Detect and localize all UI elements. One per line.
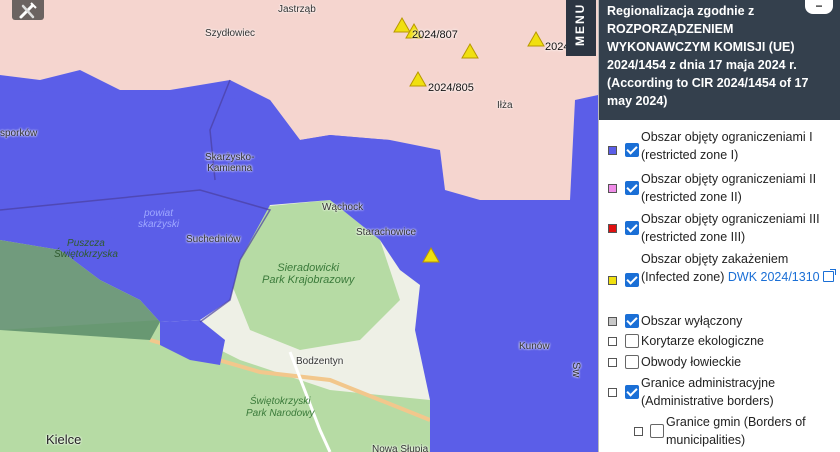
legend-swatch [608,358,617,367]
edge-label: Sw [570,362,582,378]
outbreak-label: 2024/807 [412,29,458,41]
outbreak-label: 2024/805 [428,82,474,94]
legend-swatch [608,184,617,193]
legend-item-restricted-zone-3: Obszar objęty ograniczeniami III (restri… [599,210,840,250]
area-label: Puszcza Świętokrzyska [54,238,118,260]
layer-checkbox[interactable] [625,355,639,369]
panel-title: Regionalizacja zgodnie z ROZPORZĄDZENIEM… [607,4,809,108]
panel-header: Regionalizacja zgodnie z ROZPORZĄDZENIEM… [599,0,840,120]
place-label: Kunów [519,341,550,352]
legend-item-hunting-districts: Obwody łowieckie [599,353,840,371]
place-label: sporków [0,128,38,139]
wrench-icon [19,2,37,19]
legend-label: Granice administracyjne (Administrative … [641,376,776,408]
legend-item-restricted-zone-1: Obszar objęty ograniczeniami I (restrict… [599,128,840,168]
place-label: Szydłowiec [205,28,256,39]
map-tool-button[interactable] [12,0,44,20]
menu-tab-label: MENU [573,2,587,46]
collapse-button[interactable]: − [805,0,833,14]
place-label: Suchedniów [186,234,241,245]
map-canvas[interactable] [0,0,598,452]
place-label: Kielce [46,432,82,447]
legend-swatch [608,276,617,285]
layer-checkbox[interactable] [625,221,639,235]
legend-label: Obwody łowieckie [641,355,742,369]
external-link-icon[interactable] [822,269,836,282]
place-label: Bodzentyn [296,356,344,367]
legend-swatch [608,224,617,233]
place-label: Nowa Słupia [372,444,429,452]
legend-panel: Regionalizacja zgodnie z ROZPORZĄDZENIEM… [598,0,840,452]
legend-swatch [608,337,617,346]
place-label: Iłża [497,100,513,111]
place-label: Starachowice [356,227,417,238]
legend-item-ecological-corridors: Korytarze ekologiczne [599,332,840,350]
place-label: Jastrząb [278,4,316,15]
legend-swatch [634,427,643,436]
place-label: Wąchock [322,202,364,213]
legend-label: Granice gmin (Borders of municipalities) [666,415,806,447]
legend-item-excluded-area: Obszar wyłączony [599,312,840,330]
regulation-link[interactable]: DWK 2024/1310 [728,270,820,284]
legend-item-restricted-zone-2: Obszar objęty ograniczeniami II (restric… [599,170,840,210]
layer-checkbox[interactable] [625,273,639,287]
layer-checkbox[interactable] [625,143,639,157]
area-label: powiat skarżyski [138,208,180,230]
area-label: Sieradowicki Park Krajobrazowy [262,262,355,286]
place-label: Skarżysko- Kamienna [205,152,255,174]
legend-label: Obszar objęty ograniczeniami III (restri… [641,212,820,244]
menu-tab[interactable]: MENU [566,0,596,56]
legend-label: Korytarze ekologiczne [641,334,764,348]
map-view[interactable]: Jastrząb Szydłowiec Iłża sporków Skarżys… [0,0,598,452]
layer-checkbox[interactable] [625,385,639,399]
legend-item-municipal-borders: Granice gmin (Borders of municipalities) [599,413,840,451]
legend-label: Obszar objęty ograniczeniami I (restrict… [641,130,813,162]
legend-label: Obszar objęty zakażeniem (Infected zone)… [641,250,836,286]
legend-swatch [608,146,617,155]
layer-checkbox[interactable] [650,424,664,438]
layer-checkbox[interactable] [625,334,639,348]
area-label: Świętokrzyski Park Narodowy [246,396,315,419]
legend-label: Obszar objęty ograniczeniami II (restric… [641,172,817,204]
legend-item-infected-zone: Obszar objęty zakażeniem (Infected zone)… [599,250,840,310]
layer-checkbox[interactable] [625,314,639,328]
legend-item-admin-borders: Granice administracyjne (Administrative … [599,374,840,414]
legend-swatch [608,388,617,397]
layer-checkbox[interactable] [625,181,639,195]
legend-label: Obszar wyłączony [641,314,743,328]
legend-swatch [608,317,617,326]
